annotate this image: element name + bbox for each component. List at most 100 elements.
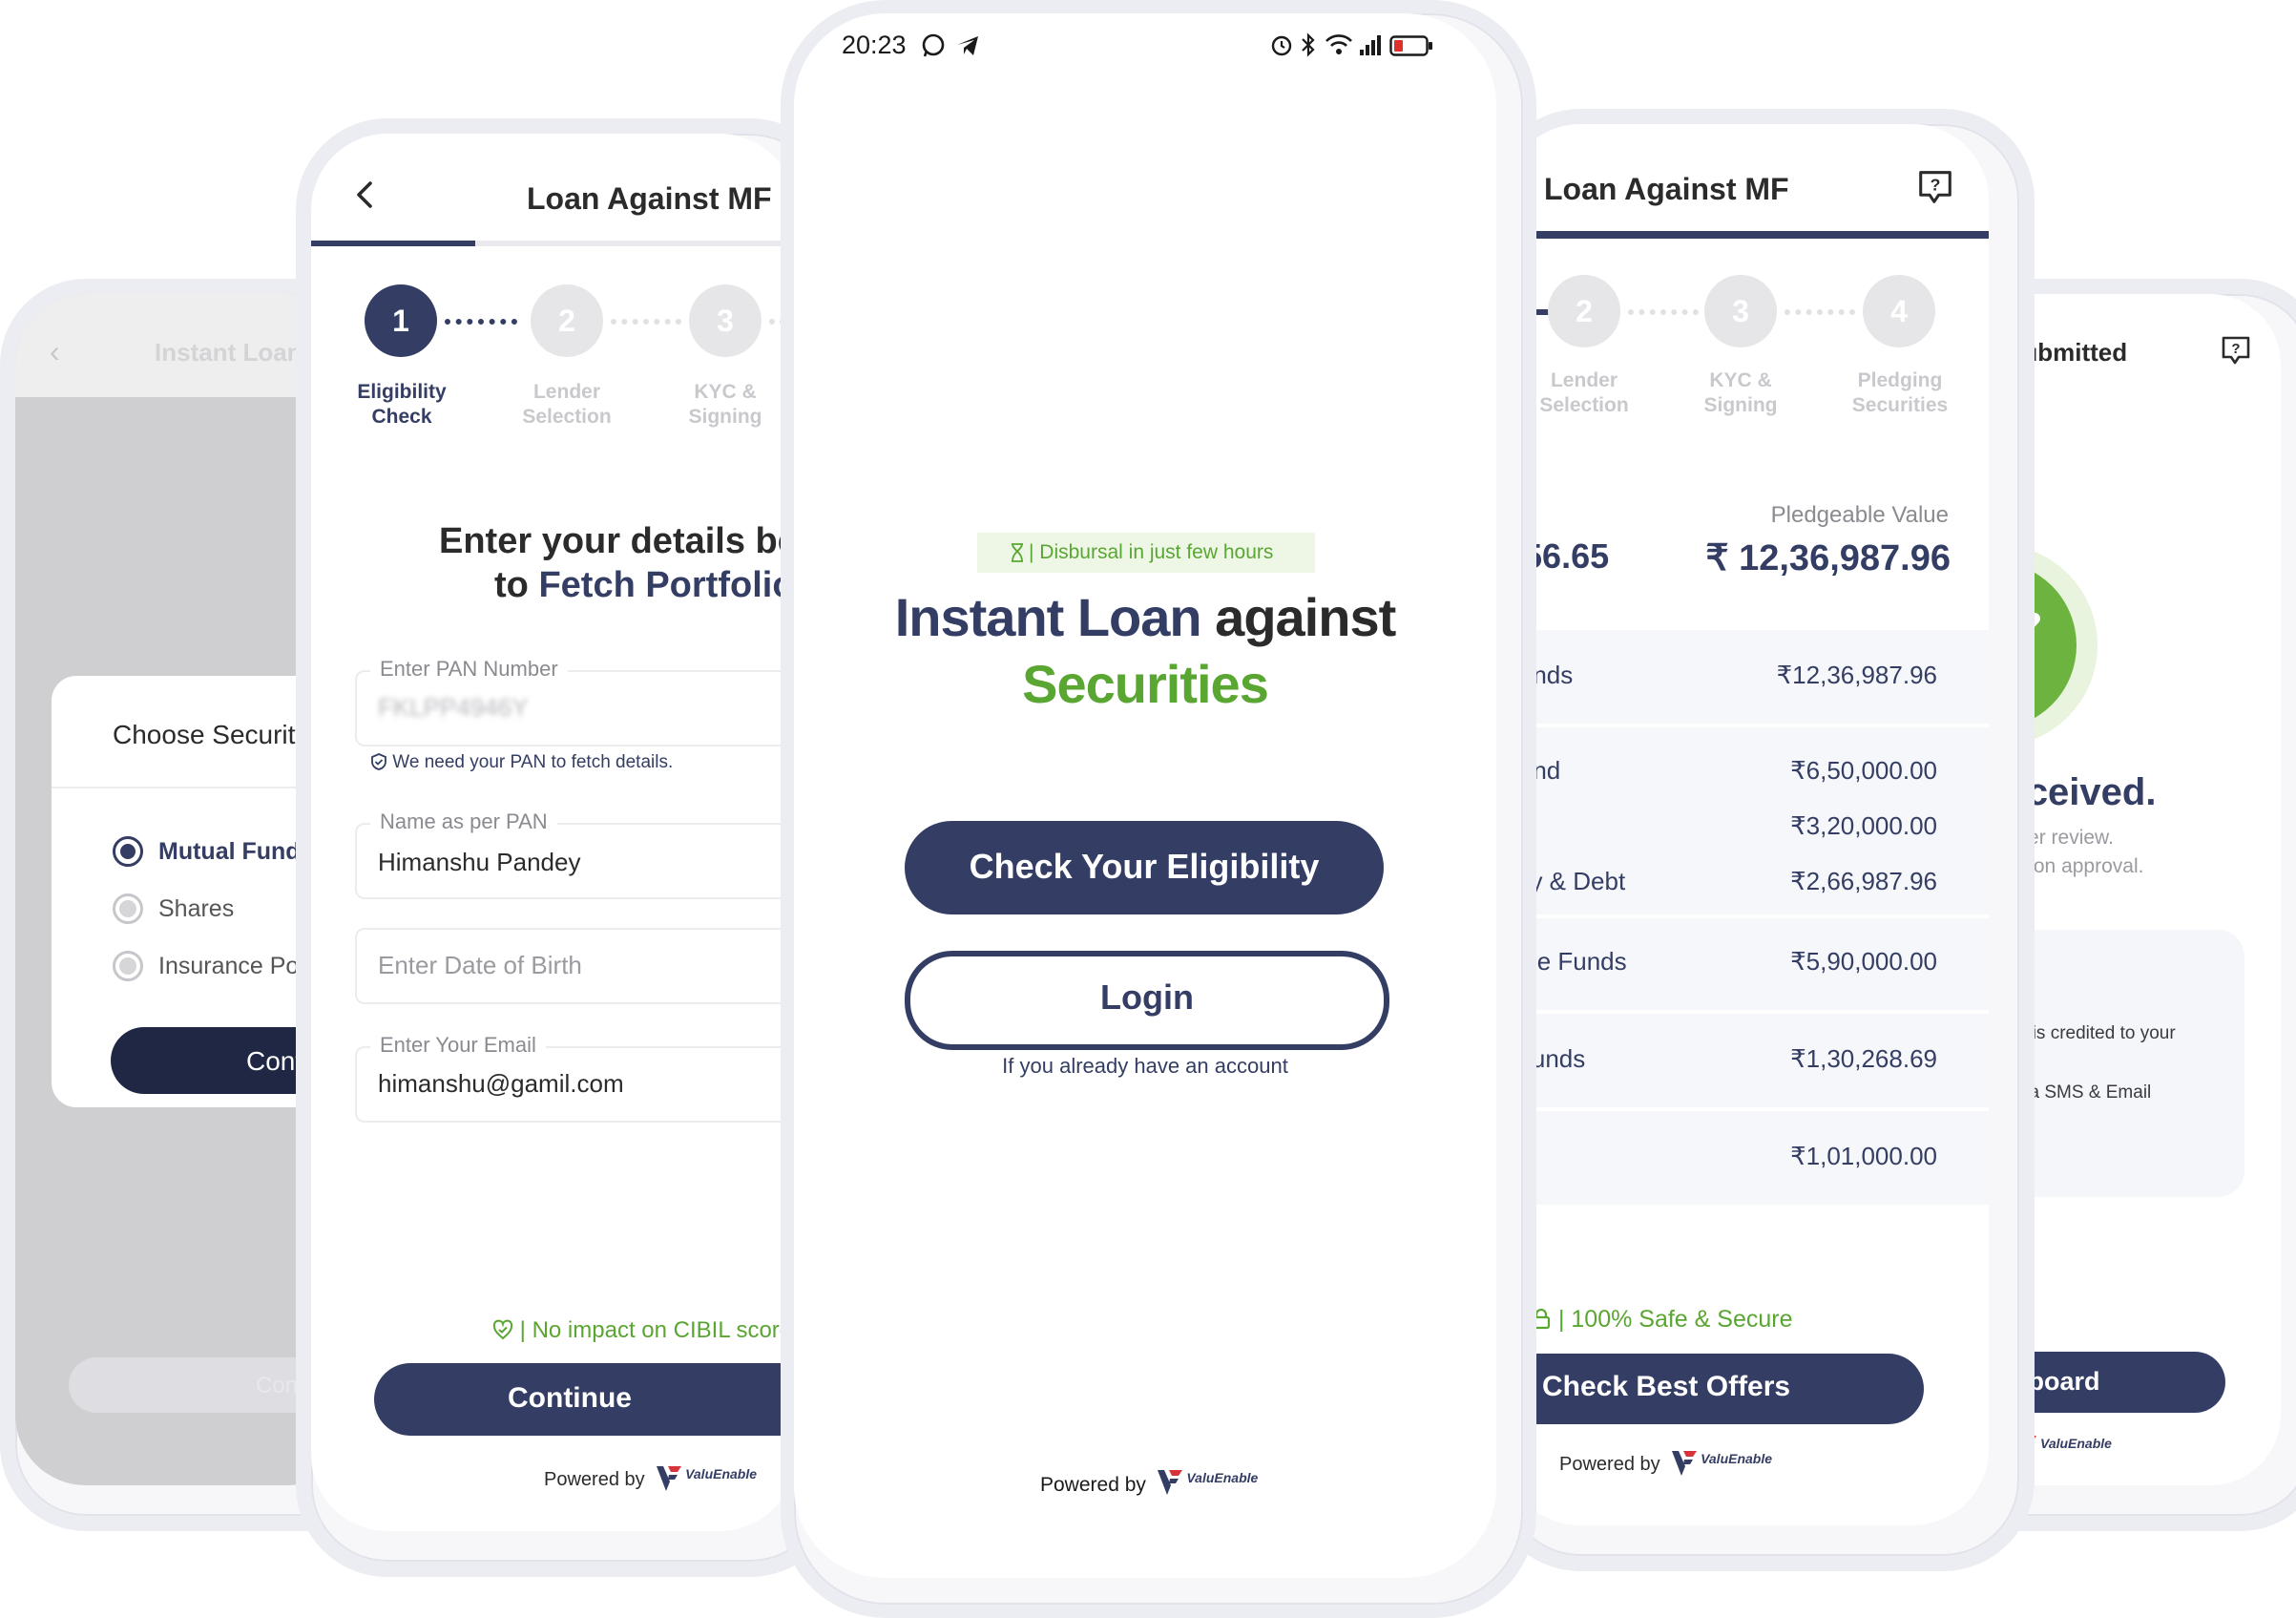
hero-title-part-1: Instant Loan xyxy=(894,587,1202,647)
phone1-bottom-label: Con xyxy=(256,1373,299,1398)
back-arrow-icon[interactable]: ‹ xyxy=(50,334,60,369)
svg-text:?: ? xyxy=(1931,176,1941,195)
step-3-circle: 3 xyxy=(689,284,762,357)
funds-group-1: Funds ₹12,36,987.96 xyxy=(1504,630,1989,724)
heart-shield-icon xyxy=(492,1319,513,1340)
whatsapp-icon xyxy=(920,32,947,59)
row-value: ₹12,36,987.96 xyxy=(1776,661,1937,689)
check-best-offers-label: Check Best Offers xyxy=(1542,1371,1791,1402)
step-dash xyxy=(1628,309,1699,315)
hourglass-icon xyxy=(1010,543,1025,562)
progress-bar-4 xyxy=(1504,231,1989,239)
email-value[interactable]: himanshu@gamil.com xyxy=(378,1069,624,1099)
powered-by-2: Powered by ValuEnable xyxy=(544,1462,760,1500)
row-value: ₹1,01,000.00 xyxy=(1790,1142,1937,1170)
funds-group-2: Fund ₹6,50,000.00 00 ₹3,20,000.00 uity &… xyxy=(1504,727,1989,914)
pan-hint-text: We need your PAN to fetch details. xyxy=(392,752,674,772)
phone4-title: Loan Against MF xyxy=(1544,172,1789,206)
stat-right-label: Pledgeable Value xyxy=(1770,502,1949,528)
phone-screen-3: 20:23 | Disbursal in just few hours Inst… xyxy=(794,13,1496,1578)
phone-screen-4: Loan Against MF ? 2 3 4 Lender Selection … xyxy=(1504,124,1989,1525)
battery-low-icon xyxy=(1389,34,1433,57)
row-value: ₹3,20,000.00 xyxy=(1790,811,1937,840)
login-label: Login xyxy=(1100,977,1194,1017)
option-shares[interactable]: Shares xyxy=(158,895,234,923)
step-2-circle: 2 xyxy=(531,284,603,357)
valuenable-logo: ValuEnable xyxy=(1156,1466,1261,1501)
login-button[interactable]: Login xyxy=(905,951,1389,1050)
step-label-lender: Lender Selection xyxy=(522,381,612,428)
radio-insurance[interactable] xyxy=(113,951,143,981)
step-label-kyc: KYC & Signing xyxy=(688,381,762,428)
brand-name: ValuEnable xyxy=(1701,1451,1773,1466)
valuenable-logo: ValuEnable xyxy=(655,1462,760,1495)
powered-by-label: Powered by xyxy=(1040,1474,1146,1496)
radio-mutual-fund[interactable] xyxy=(113,836,143,867)
help-chat-icon[interactable]: ? xyxy=(2220,334,2250,365)
row-value: ₹1,30,268.69 xyxy=(1790,1044,1937,1073)
status-time: 20:23 xyxy=(842,31,907,59)
step-3-circle: 3 xyxy=(1704,275,1777,347)
back-arrow-icon[interactable] xyxy=(353,179,378,210)
check-eligibility-label: Check Your Eligibility xyxy=(969,847,1320,886)
telegram-icon xyxy=(954,32,981,59)
cibil-note-text: | No impact on CIBIL score xyxy=(519,1317,793,1343)
powered-by-3: Powered by ValuEnable xyxy=(1040,1466,1261,1505)
wifi-icon xyxy=(1325,32,1353,57)
funds-group-4: l Funds ₹1,30,268.69 xyxy=(1504,1014,1989,1107)
hero-title-part-2: against xyxy=(1200,587,1396,647)
continue-label: Continue xyxy=(508,1382,632,1414)
powered-by-label: Powered by xyxy=(1559,1454,1660,1475)
step-1-circle: 1 xyxy=(365,284,437,357)
step-label-kyc: KYC & Signing xyxy=(1703,369,1778,416)
option-insurance[interactable]: Insurance Po xyxy=(158,953,299,980)
svg-text:?: ? xyxy=(2231,341,2240,357)
secure-note-text: | 100% Safe & Secure xyxy=(1557,1306,1793,1333)
option-mutual-fund[interactable]: Mutual Fund xyxy=(158,838,301,866)
step-label-eligibility: Eligibility Check xyxy=(357,381,447,428)
heading-line-2: to Fetch Portfolio xyxy=(494,565,795,606)
step-4-circle: 4 xyxy=(1863,275,1935,347)
progress-fill xyxy=(311,241,475,246)
powered-by-label: Powered by xyxy=(544,1469,645,1490)
dob-placeholder[interactable]: Enter Date of Birth xyxy=(378,951,582,980)
disbursal-badge: | Disbursal in just few hours xyxy=(977,533,1315,573)
row-value: ₹2,66,987.96 xyxy=(1790,867,1937,895)
row-value: ₹6,50,000.00 xyxy=(1790,756,1937,785)
brand-name: ValuEnable xyxy=(1186,1470,1259,1485)
stat-right-value: ₹ 12,36,987.96 xyxy=(1705,538,1951,578)
email-label: Enter Your Email xyxy=(370,1033,546,1058)
name-value[interactable]: Himanshu Pandey xyxy=(378,848,580,877)
hero-title-line-1: Instant Loan against xyxy=(794,586,1496,648)
alarm-icon xyxy=(1269,32,1294,57)
step-label-lender: Lender Selection xyxy=(1539,369,1629,416)
heading-prefix: to xyxy=(494,565,539,605)
login-hint: If you already have an account xyxy=(1002,1054,1288,1078)
hero-title-line-2: Securities xyxy=(1022,654,1269,714)
shield-check-icon xyxy=(370,753,387,770)
disbursal-text: | Disbursal in just few hours xyxy=(1029,541,1274,563)
phone1-title: Instant Loan xyxy=(155,338,303,367)
heading-highlight: Fetch Portfolio xyxy=(538,565,795,605)
powered-by-4: Powered by ValuEnable xyxy=(1559,1447,1775,1484)
check-best-offers-button[interactable]: Check Best Offers xyxy=(1504,1354,1924,1424)
pan-value[interactable]: FKLPP4946Y xyxy=(378,693,529,723)
bluetooth-icon xyxy=(1300,32,1317,57)
help-chat-icon[interactable]: ? xyxy=(1916,168,1954,206)
phone4-header: Loan Against MF ? xyxy=(1504,124,1989,235)
valuenable-logo: ValuEnable xyxy=(1670,1447,1775,1480)
brand-name: ValuEnable xyxy=(685,1466,758,1481)
brand-name: ValuEnable xyxy=(2040,1436,2112,1451)
step-dash xyxy=(611,319,681,325)
row-value: ₹5,90,000.00 xyxy=(1790,947,1937,976)
funds-group-3: able Funds ₹5,90,000.00 xyxy=(1504,918,1989,1010)
cibil-note: | No impact on CIBIL score xyxy=(492,1317,792,1344)
check-eligibility-button[interactable]: Check Your Eligibility xyxy=(905,821,1384,914)
continue-button[interactable]: Continue xyxy=(374,1363,796,1436)
pan-label: Enter PAN Number xyxy=(370,657,568,682)
step-label-pledging: Pledging Securities xyxy=(1851,369,1949,416)
radio-shares[interactable] xyxy=(113,893,143,924)
pan-hint: We need your PAN to fetch details. xyxy=(370,752,673,773)
funds-group-5: ls ₹1,01,000.00 xyxy=(1504,1111,1989,1205)
step-dash xyxy=(1785,309,1855,315)
